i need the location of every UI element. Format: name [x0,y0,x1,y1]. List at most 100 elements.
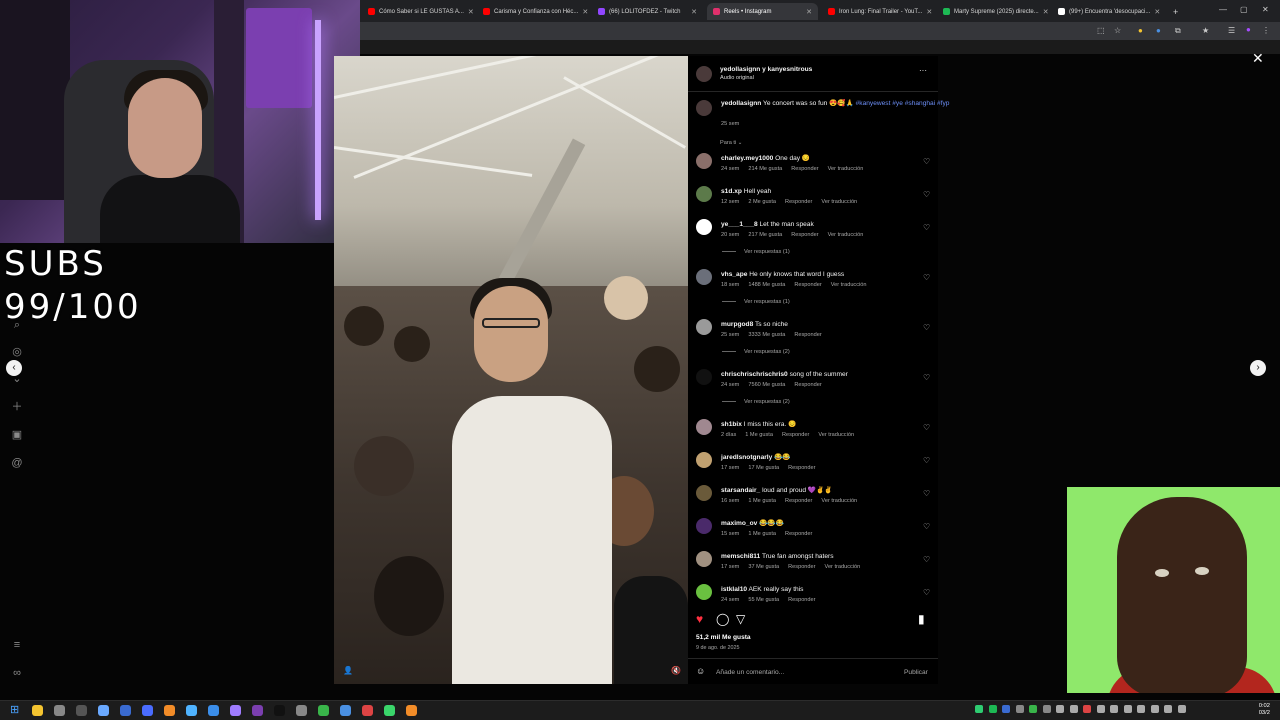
search-icon[interactable] [32,705,43,716]
tray-icon[interactable] [1164,705,1172,713]
view-replies-button[interactable]: Ver respuestas (2) [722,349,790,355]
comment-user[interactable]: chrischrischrischris0 [721,371,788,378]
tray-icon[interactable] [1123,705,1132,713]
comment-user[interactable]: jaredlsnotgnarly [721,454,772,461]
comment-like-heart-icon[interactable]: ♡ [923,273,930,282]
explore-icon[interactable]: ◎ [10,345,24,359]
comment-like-heart-icon[interactable]: ♡ [923,522,930,531]
bookmark-star-icon[interactable]: ☆ [1114,26,1121,35]
reply-button[interactable]: Responder [794,282,821,288]
browser-tab[interactable]: Marty Supreme (2025) directe... ✕ [937,3,1048,20]
comment-like-heart-icon[interactable]: ♡ [923,555,930,564]
browser-tab[interactable]: (66) LOLITOFDEZ - Twitch ✕ [592,3,703,20]
app-icon[interactable] [98,705,109,716]
app-icon[interactable] [318,705,329,716]
comment-likes[interactable]: 1 Me gusta [745,432,773,438]
tray-icon[interactable] [1056,705,1064,713]
app-icon[interactable] [76,705,87,716]
app-icon[interactable] [230,705,241,716]
comment-like-heart-icon[interactable]: ♡ [923,223,930,232]
comment-user[interactable]: memschi811 [721,553,760,560]
comment-user[interactable]: vhs_ape [721,271,747,278]
app-icon[interactable] [362,705,373,716]
tray-icon[interactable] [1137,705,1145,713]
browser-tab[interactable]: Iron Lung: Final Trailer - YouT... ✕ [822,3,933,20]
close-tab-icon[interactable]: ✕ [926,8,932,16]
comment-user[interactable]: maximo_ov [721,520,757,527]
next-reel-button[interactable]: › [1250,360,1266,376]
meta-icon[interactable]: ∞ [10,666,24,680]
reply-button[interactable]: Responder [785,531,812,537]
tiktok-icon[interactable] [274,705,285,716]
previous-reel-button[interactable]: ‹ [6,360,22,376]
avatar[interactable] [696,153,712,169]
minimize-button[interactable]: — [1219,5,1227,14]
tray-icon[interactable] [1096,705,1105,713]
app-icon[interactable] [296,705,307,716]
likes-count[interactable]: 51,2 mil Me gusta [696,634,751,641]
create-icon[interactable]: ＋ [10,400,24,414]
comment-likes[interactable]: 55 Me gusta [748,597,779,603]
sort-dropdown[interactable]: Para ti ⌄ [720,140,742,146]
reply-button[interactable]: Responder [788,465,815,471]
reply-button[interactable]: Responder [791,166,818,172]
translate-button[interactable]: Ver traducción [825,564,861,570]
reply-button[interactable]: Responder [794,332,821,338]
browser-tab[interactable]: (99+) Encuentra 'desocupaci... ✕ [1052,3,1163,20]
tray-icon[interactable] [1015,705,1024,713]
comment-user[interactable]: ye___1___8 [721,221,758,228]
bookmarks-icon[interactable]: ★ [1202,26,1209,35]
comment-user[interactable]: murpgod8 [721,321,753,328]
comment-input[interactable]: Añade un comentario... [716,668,784,677]
comment-like-heart-icon[interactable]: ♡ [923,588,930,597]
like-heart-icon[interactable]: ♥ [696,612,703,626]
comment-like-heart-icon[interactable]: ♡ [923,423,930,432]
comment-likes[interactable]: 3333 Me gusta [748,332,785,338]
emoji-icon[interactable]: ☺ [696,667,705,676]
app-icon[interactable] [208,705,219,716]
extensions-puzzle-icon[interactable]: ⧉ [1175,26,1181,36]
publish-button[interactable]: Publicar [904,668,928,677]
app-icon[interactable] [164,705,175,716]
clock[interactable]: 0:02 03/2 [1259,703,1270,717]
close-window-button[interactable]: ✕ [1262,5,1269,14]
tray-icon[interactable] [1110,705,1118,713]
maximize-button[interactable]: ▢ [1240,5,1248,14]
translate-button[interactable]: Ver traducción [821,498,857,504]
avatar[interactable] [696,485,712,501]
view-replies-button[interactable]: Ver respuestas (1) [722,299,790,305]
comment-like-heart-icon[interactable]: ♡ [923,323,930,332]
caption-tags[interactable]: #kanyewest #ye #shanghai #fyp [856,100,950,107]
save-bookmark-icon[interactable]: ▮ [918,612,925,626]
menu-icon[interactable]: ☰ [1228,26,1235,35]
extension-icon[interactable]: ● [1138,26,1143,35]
translate-button[interactable]: Ver traducción [828,166,864,172]
tray-icon[interactable] [1029,705,1037,713]
tray-icon[interactable] [975,705,983,713]
comment-likes[interactable]: 2 Me gusta [748,199,776,205]
comment-like-heart-icon[interactable]: ♡ [923,489,930,498]
avatar[interactable] [696,419,712,435]
comment-like-heart-icon[interactable]: ♡ [923,373,930,382]
app-icon[interactable] [340,705,351,716]
comment-like-heart-icon[interactable]: ♡ [923,190,930,199]
comment-user[interactable]: charley.mey1000 [721,155,773,162]
menu-icon[interactable]: ≡ [10,638,24,652]
browser-tab[interactable]: Reels • Instagram ✕ [707,3,818,20]
chrome-icon[interactable] [406,705,417,716]
comment-user[interactable]: starsandair_ [721,487,760,494]
more-vert-icon[interactable]: ⋮ [1262,26,1270,35]
comment-likes[interactable]: 1488 Me gusta [748,282,785,288]
translate-button[interactable]: Ver traducción [828,232,864,238]
browser-tab[interactable]: Carisma y Confianza con Héc... ✕ [477,3,588,20]
comment-likes[interactable]: 1 Me gusta [748,498,776,504]
comment-likes[interactable]: 7560 Me gusta [748,382,785,388]
close-tab-icon[interactable]: ✕ [1154,8,1160,16]
comment-like-heart-icon[interactable]: ♡ [923,456,930,465]
avatar[interactable] [696,452,712,468]
translate-button[interactable]: Ver traducción [831,282,867,288]
avatar[interactable] [696,319,712,335]
taskview-icon[interactable] [54,705,65,716]
reply-button[interactable]: Responder [788,564,815,570]
comment-user[interactable]: sh1bix [721,421,742,428]
